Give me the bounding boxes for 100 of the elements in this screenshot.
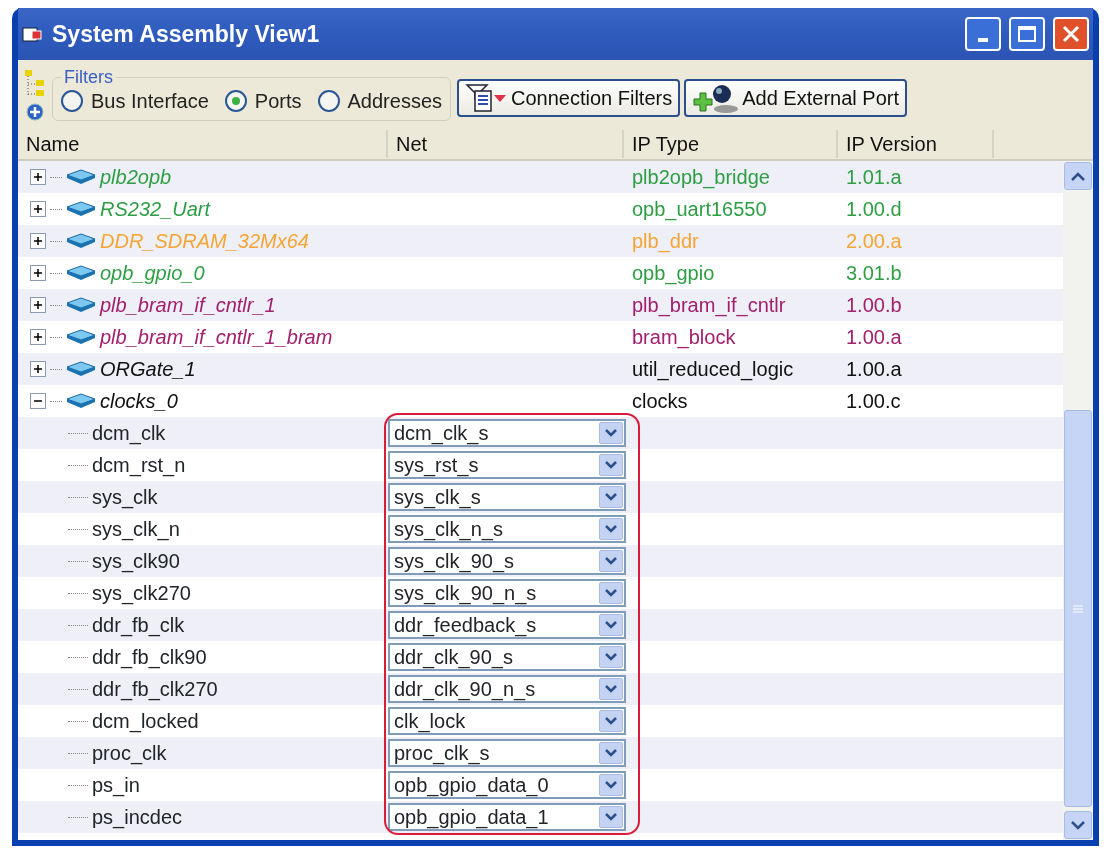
- radio-button[interactable]: [317, 90, 340, 112]
- column-header[interactable]: IP Type: [624, 130, 838, 158]
- window-title: System Assembly View1: [52, 19, 321, 49]
- table-row[interactable]: ps_incdec opb_gpio_data_1: [18, 801, 1063, 833]
- component-name: plb2opb: [100, 165, 172, 190]
- minimize-button[interactable]: [965, 17, 1001, 51]
- plus-icon: [33, 204, 43, 214]
- port-name: dcm_clk: [92, 421, 166, 447]
- scroll-down-button[interactable]: [1064, 811, 1092, 839]
- table-cell-text: clocks: [631, 389, 689, 414]
- port-name: dcm_locked: [92, 709, 199, 735]
- connection-filters-button[interactable]: Connection Filters: [457, 79, 681, 117]
- net-dropdown[interactable]: dcm_clk_s: [388, 419, 626, 447]
- radio-label[interactable]: Ports: [254, 86, 302, 116]
- port-name: proc_clk: [92, 741, 167, 767]
- table-row[interactable]: ddr_fb_clk ddr_feedback_s: [18, 609, 1063, 641]
- grip-icon: [1072, 603, 1084, 614]
- tree-icon: [24, 69, 46, 99]
- close-button[interactable]: [1053, 17, 1089, 51]
- radio-button[interactable]: [224, 90, 247, 112]
- component-name: RS232_Uart: [100, 197, 211, 222]
- column-header[interactable]: Net: [388, 130, 624, 158]
- component-icon: [66, 265, 96, 281]
- port-name: ddr_fb_clk: [92, 613, 185, 639]
- net-dropdown[interactable]: sys_clk_90_s: [388, 547, 626, 575]
- table-row[interactable]: dcm_clk dcm_clk_s: [18, 417, 1063, 449]
- add-port-icon: [692, 83, 741, 113]
- port-name: ddr_fb_clk270: [92, 677, 218, 703]
- add-icon[interactable]: [26, 103, 44, 121]
- table-cell-text: bram_block: [631, 325, 737, 351]
- maximize-icon: [1017, 25, 1037, 43]
- component-name: ORGate_1: [100, 357, 196, 382]
- table-cell-text: 2.00.a: [845, 229, 903, 254]
- net-dropdown[interactable]: opb_gpio_data_1: [388, 803, 626, 831]
- table-row[interactable]: ORGate_1 util_reduced_logic 1.00.a: [18, 353, 1063, 385]
- scroll-up-button[interactable]: [1064, 162, 1092, 190]
- radio-button[interactable]: [61, 90, 83, 112]
- column-header[interactable]: Name: [18, 130, 388, 158]
- net-dropdown[interactable]: sys_clk_90_n_s: [388, 579, 626, 607]
- component-name: DDR_SDRAM_32Mx64: [100, 229, 309, 254]
- expand-toggle[interactable]: [30, 361, 46, 377]
- net-dropdown[interactable]: proc_clk_s: [388, 739, 626, 767]
- net-dropdown[interactable]: ddr_feedback_s: [388, 611, 626, 639]
- window-icon: [22, 25, 44, 43]
- table-row[interactable]: ddr_fb_clk90 ddr_clk_90_s: [18, 641, 1063, 673]
- port-name: ps_in: [92, 773, 140, 799]
- table-row[interactable]: plb_bram_if_cntlr_1_bram bram_block 1.00.a: [18, 321, 1063, 353]
- plus-icon: [33, 300, 43, 310]
- table-row[interactable]: dcm_locked clk_lock: [18, 705, 1063, 737]
- component-icon: [66, 329, 96, 345]
- net-dropdown[interactable]: sys_rst_s: [388, 451, 626, 479]
- component-name: clocks_0: [100, 389, 178, 414]
- net-dropdown[interactable]: clk_lock: [388, 707, 626, 735]
- net-dropdown[interactable]: sys_clk_n_s: [388, 515, 626, 543]
- net-dropdown[interactable]: ddr_clk_90_n_s: [388, 675, 626, 703]
- radio-label[interactable]: Addresses: [347, 86, 443, 116]
- table-row[interactable]: proc_clk proc_clk_s: [18, 737, 1063, 769]
- expand-toggle[interactable]: [30, 329, 46, 345]
- component-icon: [66, 361, 96, 377]
- table-cell-text: 1.00.b: [845, 293, 903, 318]
- expand-toggle[interactable]: [30, 169, 46, 185]
- table-row[interactable]: sys_clk270 sys_clk_90_n_s: [18, 577, 1063, 609]
- plus-icon: [33, 236, 43, 246]
- maximize-button[interactable]: [1009, 17, 1045, 51]
- table-row[interactable]: dcm_rst_n sys_rst_s: [18, 449, 1063, 481]
- component-icon: [66, 201, 96, 217]
- table-row[interactable]: clocks_0 clocks 1.00.c: [18, 385, 1063, 417]
- table-cell-text: 1.00.a: [845, 357, 903, 382]
- expand-toggle[interactable]: [30, 233, 46, 249]
- net-dropdown[interactable]: opb_gpio_data_0: [388, 771, 626, 799]
- radio-label[interactable]: Bus Interface: [91, 86, 209, 116]
- port-name: ddr_fb_clk90: [92, 645, 207, 671]
- port-name: sys_clk: [92, 485, 158, 511]
- scroll-thumb[interactable]: [1064, 410, 1092, 807]
- expand-toggle[interactable]: [30, 297, 46, 313]
- add-external-port-button[interactable]: Add External Port: [684, 79, 907, 117]
- plus-icon: [33, 332, 43, 342]
- net-dropdown[interactable]: sys_clk_s: [388, 483, 626, 511]
- expand-toggle[interactable]: [30, 201, 46, 217]
- table-cell-text: opb_uart16550: [631, 197, 768, 223]
- port-name: sys_clk270: [92, 581, 191, 607]
- table-row[interactable]: ddr_fb_clk270 ddr_clk_90_n_s: [18, 673, 1063, 705]
- table-row[interactable]: sys_clk90 sys_clk_90_s: [18, 545, 1063, 577]
- table-cell-text: 1.00.a: [845, 325, 903, 350]
- table-row[interactable]: sys_clk_n sys_clk_n_s: [18, 513, 1063, 545]
- table-cell-text: plb_bram_if_cntlr: [631, 293, 787, 319]
- table-cell-text: plb_ddr: [631, 229, 700, 255]
- scrollbar[interactable]: [1063, 161, 1093, 840]
- component-name: plb_bram_if_cntlr_1: [100, 293, 276, 318]
- table-row[interactable]: plb_bram_if_cntlr_1 plb_bram_if_cntlr 1.00.b: [18, 289, 1063, 321]
- net-dropdown[interactable]: ddr_clk_90_s: [388, 643, 626, 671]
- table-row[interactable]: ps_in opb_gpio_data_0: [18, 769, 1063, 801]
- expand-toggle[interactable]: [30, 265, 46, 281]
- expand-toggle[interactable]: [30, 393, 46, 409]
- component-name: plb_bram_if_cntlr_1_bram: [100, 325, 333, 350]
- port-name: ps_incdec: [92, 805, 183, 831]
- column-header[interactable]: IP Version: [838, 130, 994, 158]
- plus-icon: [33, 268, 43, 278]
- table-cell-text: 3.01.b: [845, 261, 903, 286]
- table-row[interactable]: sys_clk sys_clk_s: [18, 481, 1063, 513]
